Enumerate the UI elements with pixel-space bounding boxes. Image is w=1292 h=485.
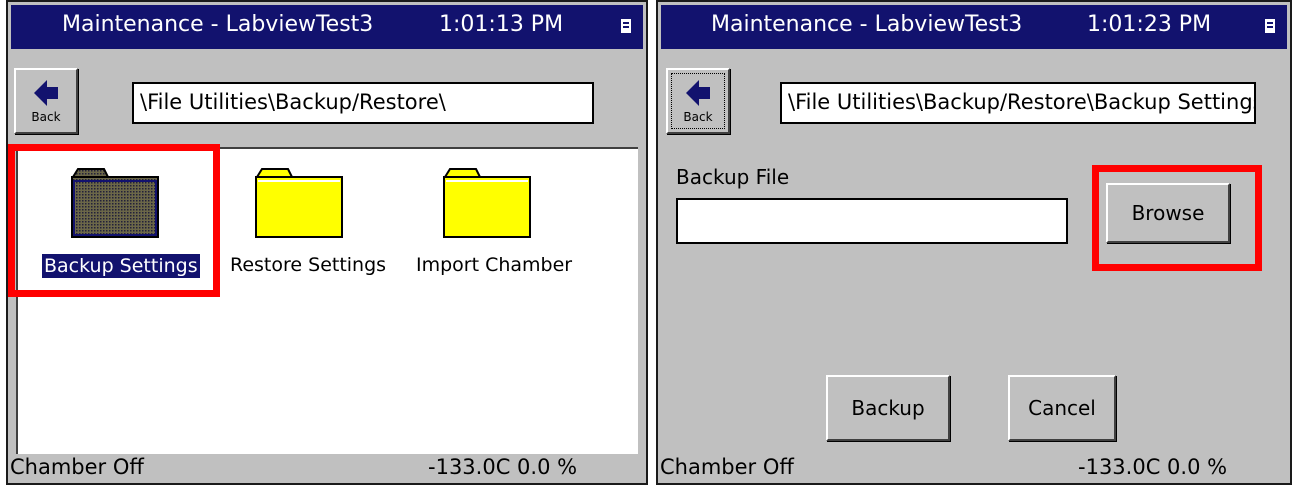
status-reading: -133.0C 0.0 % xyxy=(428,455,578,479)
back-button[interactable]: Back xyxy=(666,68,730,134)
back-button[interactable]: Back xyxy=(14,68,78,134)
path-field[interactable]: \File Utilities\Backup/Restore\Backup Se… xyxy=(780,82,1256,124)
folder-label-import-chamber[interactable]: Import Chamber xyxy=(416,254,572,276)
clock: 1:01:13 PM xyxy=(439,12,564,37)
back-arrow-icon xyxy=(34,80,58,106)
right-window: Maintenance - LabviewTest3 1:01:23 PM Ba… xyxy=(656,0,1292,485)
title-bar: Maintenance - LabviewTest3 1:01:23 PM xyxy=(661,5,1287,49)
folder-label-restore-settings[interactable]: Restore Settings xyxy=(230,254,386,276)
keyboard-icon[interactable] xyxy=(621,19,631,33)
back-label: Back xyxy=(31,110,61,124)
status-reading: -133.0C 0.0 % xyxy=(1078,455,1228,479)
folder-icon-restore-settings[interactable] xyxy=(254,167,344,239)
cancel-button[interactable]: Cancel xyxy=(1008,375,1116,441)
backup-file-input[interactable] xyxy=(676,198,1068,244)
back-arrow-icon xyxy=(686,80,710,106)
left-window: Maintenance - LabviewTest3 1:01:13 PM Ba… xyxy=(6,0,648,485)
window-title: Maintenance - LabviewTest3 xyxy=(62,12,374,37)
title-bar: Maintenance - LabviewTest3 1:01:13 PM xyxy=(11,5,643,49)
clock: 1:01:23 PM xyxy=(1087,12,1212,37)
path-field[interactable]: \File Utilities\Backup/Restore\ xyxy=(132,82,594,124)
window-title: Maintenance - LabviewTest3 xyxy=(711,12,1023,37)
keyboard-icon[interactable] xyxy=(1265,19,1275,33)
folder-icon-import-chamber[interactable] xyxy=(442,167,532,239)
back-label: Back xyxy=(683,110,713,124)
backup-file-label: Backup File xyxy=(676,165,790,189)
highlight-box xyxy=(8,144,220,297)
highlight-box xyxy=(1092,165,1262,271)
backup-button[interactable]: Backup xyxy=(826,375,950,441)
status-chamber: Chamber Off xyxy=(660,455,794,479)
status-chamber: Chamber Off xyxy=(10,455,144,479)
